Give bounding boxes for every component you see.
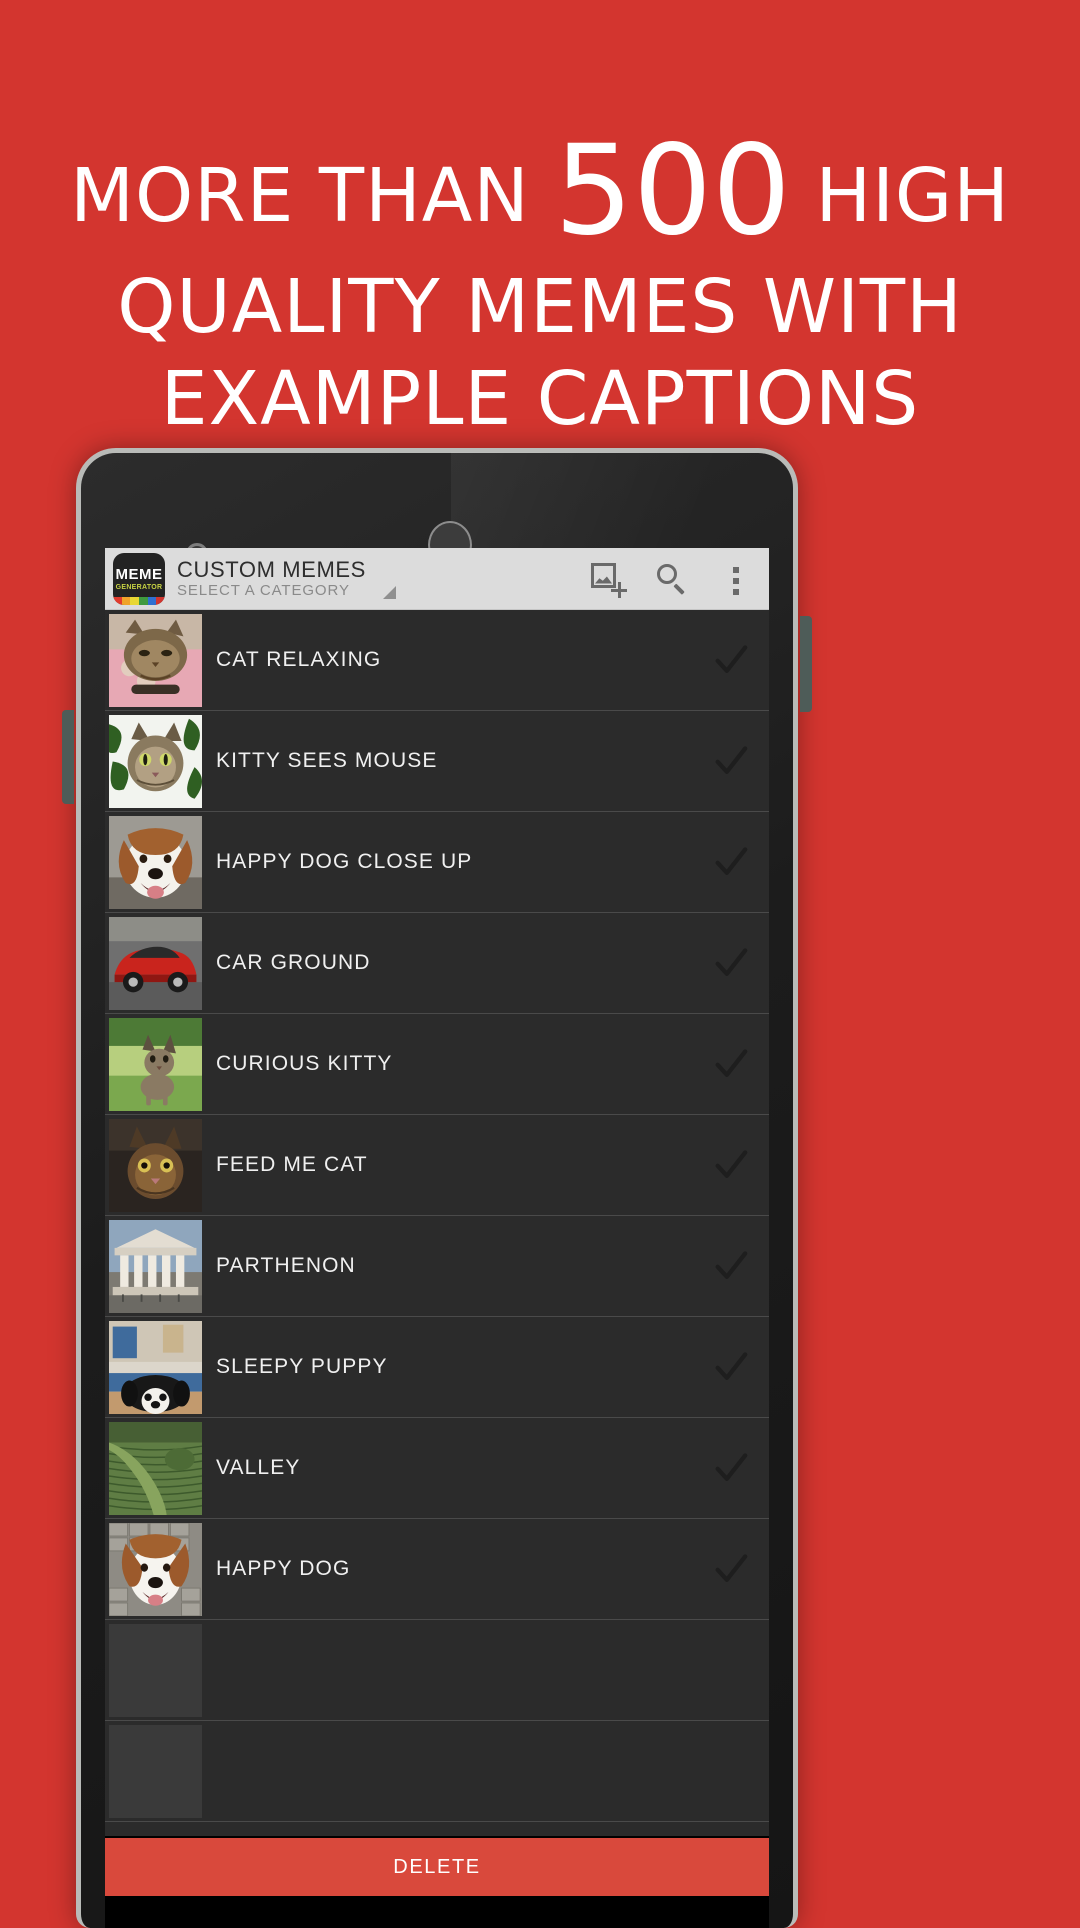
phone-screen: MEME GENERATOR CUSTOM MEMES SELECT A CAT… (105, 548, 769, 1928)
chevron-down-icon[interactable] (383, 586, 396, 600)
meme-thumbnail (109, 1623, 202, 1717)
meme-thumbnail (109, 1421, 202, 1515)
promo-line-3: EXAMPLE CAPTIONS (160, 355, 920, 442)
meme-title: CAT RELAXING (216, 648, 382, 671)
overflow-menu-icon[interactable] (719, 562, 753, 596)
meme-title: HAPPY DOG (216, 1557, 351, 1580)
app-logo-secondary-text: GENERATOR (115, 583, 163, 591)
promo-count: 500 (554, 119, 791, 263)
checkmark-icon[interactable] (693, 1347, 769, 1387)
list-item[interactable] (105, 1620, 769, 1721)
meme-thumbnail (109, 1118, 202, 1212)
list-item[interactable]: CAR GROUND (105, 913, 769, 1014)
meme-thumbnail (109, 714, 202, 808)
meme-title: VALLEY (216, 1456, 301, 1479)
toolbar-actions (591, 562, 759, 598)
list-item[interactable]: HAPPY DOG (105, 1519, 769, 1620)
checkmark-icon[interactable] (693, 1246, 769, 1286)
list-item[interactable]: SLEEPY PUPPY (105, 1317, 769, 1418)
meme-title: CURIOUS KITTY (216, 1052, 393, 1075)
meme-title: PARTHENON (216, 1254, 356, 1277)
checkmark-icon[interactable] (693, 842, 769, 882)
meme-title: CAR GROUND (216, 951, 371, 974)
meme-title: KITTY SEES MOUSE (216, 749, 438, 772)
list-item[interactable]: VALLEY (105, 1418, 769, 1519)
phone-mockup: MEME GENERATOR CUSTOM MEMES SELECT A CAT… (62, 448, 812, 1928)
toolbar-titles[interactable]: CUSTOM MEMES SELECT A CATEGORY (177, 558, 591, 600)
app-logo-primary-text: MEME (115, 565, 163, 583)
list-item[interactable]: CURIOUS KITTY (105, 1014, 769, 1115)
list-item[interactable]: CAT RELAXING (105, 610, 769, 711)
meme-thumbnail (109, 815, 202, 909)
add-image-icon[interactable] (591, 562, 627, 598)
checkmark-icon[interactable] (693, 1044, 769, 1084)
delete-button-label: DELETE (393, 1855, 481, 1878)
checkmark-icon[interactable] (693, 741, 769, 781)
toolbar-title: CUSTOM MEMES (177, 556, 366, 582)
list-item[interactable] (105, 1721, 769, 1822)
search-icon[interactable] (655, 562, 689, 596)
checkmark-icon[interactable] (693, 943, 769, 983)
list-item[interactable]: KITTY SEES MOUSE (105, 711, 769, 812)
promo-line-2: QUALITY MEMES WITH (117, 264, 963, 351)
meme-thumbnail (109, 1320, 202, 1414)
promo-line-1-suffix: HIGH (790, 153, 1010, 239)
volume-rocker-button[interactable] (62, 710, 74, 804)
app-logo-color-strip (113, 596, 165, 605)
delete-button[interactable]: DELETE (105, 1838, 769, 1896)
meme-title: HAPPY DOG CLOSE UP (216, 850, 473, 873)
app-logo[interactable]: MEME GENERATOR (113, 552, 165, 605)
app-toolbar: MEME GENERATOR CUSTOM MEMES SELECT A CAT… (105, 548, 769, 610)
list-item[interactable]: PARTHENON (105, 1216, 769, 1317)
system-navigation-bar (105, 1896, 769, 1928)
meme-title: SLEEPY PUPPY (216, 1355, 388, 1378)
meme-thumbnail (109, 1219, 202, 1313)
power-button[interactable] (800, 616, 812, 712)
checkmark-icon[interactable] (693, 640, 769, 680)
meme-list[interactable]: CAT RELAXING KITTY SEES MOUSE HAPPY DOG CL… (105, 610, 769, 1836)
promo-line-1: MORE THAN 500 HIGH (0, 128, 1080, 254)
meme-thumbnail (109, 1017, 202, 1111)
checkmark-icon[interactable] (693, 1448, 769, 1488)
meme-title: FEED ME CAT (216, 1153, 368, 1176)
checkmark-icon[interactable] (693, 1145, 769, 1185)
promo-headline: MORE THAN 500 HIGH QUALITY MEMES WITH EX… (0, 128, 1080, 437)
meme-thumbnail (109, 916, 202, 1010)
meme-thumbnail (109, 1724, 202, 1818)
promo-line-1-prefix: MORE THAN (70, 153, 555, 239)
list-item[interactable]: HAPPY DOG CLOSE UP (105, 812, 769, 913)
meme-thumbnail (109, 613, 202, 707)
meme-thumbnail (109, 1522, 202, 1616)
checkmark-icon[interactable] (693, 1549, 769, 1589)
list-item[interactable]: FEED ME CAT (105, 1115, 769, 1216)
